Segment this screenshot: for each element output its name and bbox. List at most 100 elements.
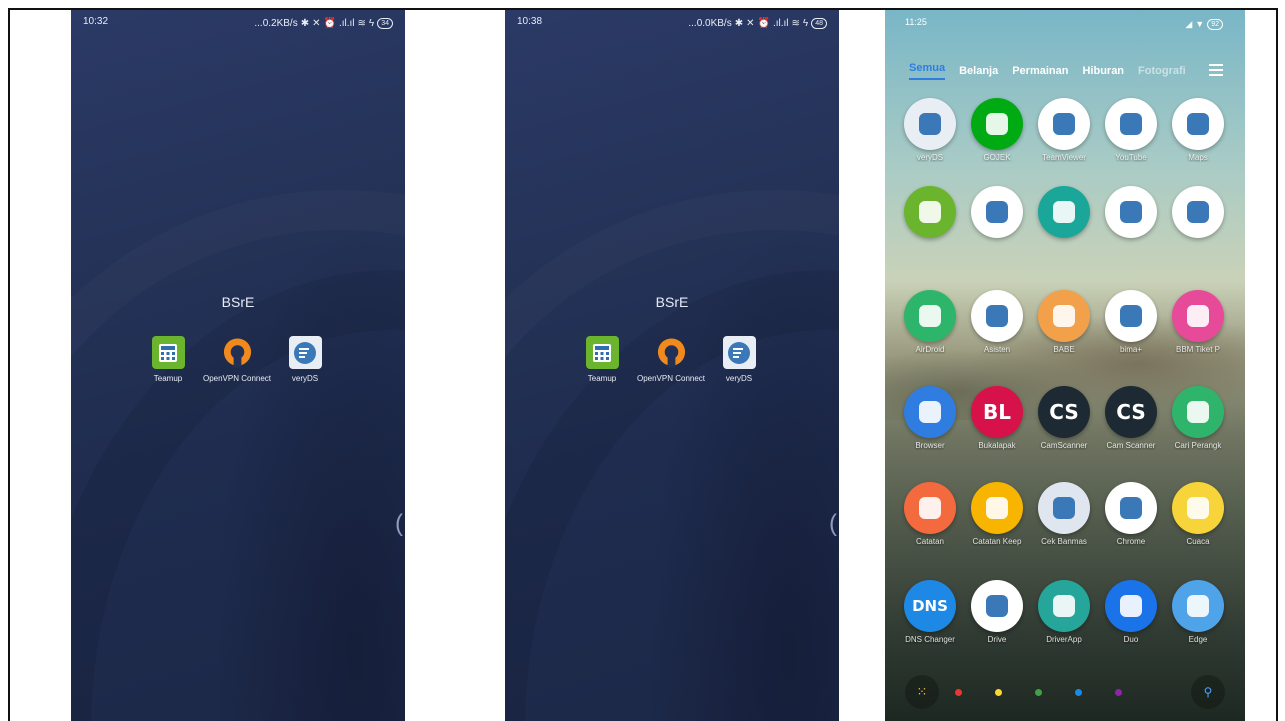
android-icon	[1038, 580, 1090, 632]
app-tile[interactable]: DriverApp	[1031, 580, 1097, 644]
gojek-icon	[971, 98, 1023, 150]
download-icon	[1038, 186, 1090, 238]
app-tile[interactable]: Cari Perangk	[1165, 386, 1231, 450]
dock: ⁙ ⚲	[903, 671, 1227, 711]
app-tile[interactable]: CS CamScanner	[1031, 386, 1097, 450]
veryds-icon	[904, 98, 956, 150]
app-tile[interactable]: Duo	[1098, 580, 1164, 644]
app-tile[interactable]: BL Bukalapak	[964, 386, 1030, 450]
battery-icon: 34	[377, 17, 393, 29]
edge-handle[interactable]: (	[829, 510, 837, 538]
app-label: Maps	[1188, 153, 1208, 162]
charging-icon: ϟ	[802, 17, 809, 29]
signal-icon: .ıl.ıl	[772, 17, 789, 29]
drive-icon	[971, 580, 1023, 632]
openvpn-icon	[655, 336, 688, 369]
app-label: GOJEK	[983, 153, 1011, 162]
airdroid-icon	[904, 290, 956, 342]
category-tabs: Semua Belanja Permainan Hiburan Fotograf…	[909, 62, 1227, 80]
folder-title[interactable]: BSrE	[71, 294, 405, 310]
app-tile[interactable]: Maps	[1165, 98, 1231, 162]
play-store-icon	[971, 186, 1023, 238]
app-tile[interactable]: DNS DNS Changer	[897, 580, 963, 644]
app-label: Cari Perangk	[1174, 441, 1222, 450]
incognito-icon	[1105, 290, 1157, 342]
wifi-icon: ≋	[357, 17, 366, 29]
network-speed: ...0.0KB/s	[688, 17, 732, 29]
page-indicator-dot	[1035, 689, 1042, 696]
signal-icon: .ıl.ıl	[338, 17, 355, 29]
youtube-icon	[1105, 98, 1157, 150]
app-tile[interactable]: Asisten	[964, 290, 1030, 354]
page-indicator-dot	[995, 689, 1002, 696]
app-tile[interactable]: AirDroid	[897, 290, 963, 354]
status-time: 10:38	[517, 16, 543, 27]
keep-icon	[971, 482, 1023, 534]
chrome-icon	[1105, 482, 1157, 534]
app-tile[interactable]: Edge	[1165, 580, 1231, 644]
app-tile[interactable]	[1031, 186, 1097, 241]
app-veryds[interactable]: veryDS	[263, 336, 347, 383]
wifi-icon: ≋	[791, 17, 800, 29]
bluetooth-icon: ✱	[300, 17, 310, 29]
app-tile[interactable]	[1098, 186, 1164, 241]
app-label: TeamViewer	[1042, 153, 1086, 162]
tab-belanja[interactable]: Belanja	[959, 65, 998, 77]
folder-title[interactable]: BSrE	[505, 294, 839, 310]
app-tile[interactable]: Chrome	[1098, 482, 1164, 546]
app-drawer-button[interactable]: ⁙	[905, 675, 939, 709]
app-label: Duo	[1123, 635, 1139, 644]
app-tile[interactable]	[964, 186, 1030, 241]
app-label: DNS Changer	[905, 635, 955, 644]
menu-icon[interactable]	[1209, 64, 1223, 79]
search-button[interactable]: ⚲	[1191, 675, 1225, 709]
status-time: 11:25	[905, 17, 927, 27]
signal-icon: ◢	[1185, 18, 1193, 29]
app-tile[interactable]: Cuaca	[1165, 482, 1231, 546]
maps-icon	[1172, 98, 1224, 150]
app-tile[interactable]: TeamViewer	[1031, 98, 1097, 162]
app-tile[interactable]: Browser	[897, 386, 963, 450]
battery-icon: 92	[1207, 18, 1223, 30]
tab-permainan[interactable]: Permainan	[1012, 65, 1068, 77]
page-indicator-dot	[955, 689, 962, 696]
app-tile[interactable]: Drive	[964, 580, 1030, 644]
camscanner-icon: CS	[1038, 386, 1090, 438]
tab-hiburan[interactable]: Hiburan	[1082, 65, 1124, 77]
search-icon: ⚲	[1203, 685, 1213, 699]
bukalapak-icon: BL	[971, 386, 1023, 438]
assistant-icon	[971, 290, 1023, 342]
babe-icon	[1038, 290, 1090, 342]
app-tile[interactable]	[897, 186, 963, 241]
phone-screen-1: 10:32 ...0.2KB/s ✱ ✕ ⏰ .ıl.ıl ≋ ϟ 34 BSr…	[71, 10, 405, 721]
status-bar: 10:32 ...0.2KB/s ✱ ✕ ⏰ .ıl.ıl ≋ ϟ 34	[83, 16, 393, 30]
app-tile[interactable]: BABE	[1031, 290, 1097, 354]
app-tile[interactable]: BBM Tiket P	[1165, 290, 1231, 354]
edge-handle[interactable]: (	[395, 510, 403, 538]
app-veryds[interactable]: veryDS	[697, 336, 781, 383]
tab-semua[interactable]: Semua	[909, 62, 946, 80]
app-tile[interactable]: bima+	[1098, 290, 1164, 354]
app-label: AirDroid	[915, 345, 945, 354]
app-label: CamScanner	[1040, 441, 1088, 450]
app-tile[interactable]: Cek Banmas	[1031, 482, 1097, 546]
calculator-icon	[151, 336, 185, 369]
app-tile[interactable]	[1165, 186, 1231, 241]
status-time: 10:32	[83, 16, 109, 27]
tab-fotografi[interactable]: Fotografi	[1138, 65, 1186, 77]
app-tile[interactable]: Catatan	[897, 482, 963, 546]
status-bar: 10:38 ...0.0KB/s ✱ ✕ ⏰ .ıl.ıl ≋ ϟ 48	[517, 16, 827, 30]
alarm-icon: ⏰	[323, 17, 336, 29]
app-label: Edge	[1188, 635, 1208, 644]
camscanner-icon: CS	[1105, 386, 1157, 438]
app-tile[interactable]: YouTube	[1098, 98, 1164, 162]
emblem-icon	[1038, 482, 1090, 534]
app-tile[interactable]: Catatan Keep	[964, 482, 1030, 546]
app-label: veryDS	[725, 374, 753, 383]
dns-icon: DNS	[904, 580, 956, 632]
status-icons: ...0.0KB/s ✱ ✕ ⏰ .ıl.ıl ≋ ϟ 48	[688, 16, 827, 30]
wave-icon	[1172, 580, 1224, 632]
app-tile[interactable]: GOJEK	[964, 98, 1030, 162]
app-tile[interactable]: CS Cam Scanner	[1098, 386, 1164, 450]
app-tile[interactable]: veryDS	[897, 98, 963, 162]
